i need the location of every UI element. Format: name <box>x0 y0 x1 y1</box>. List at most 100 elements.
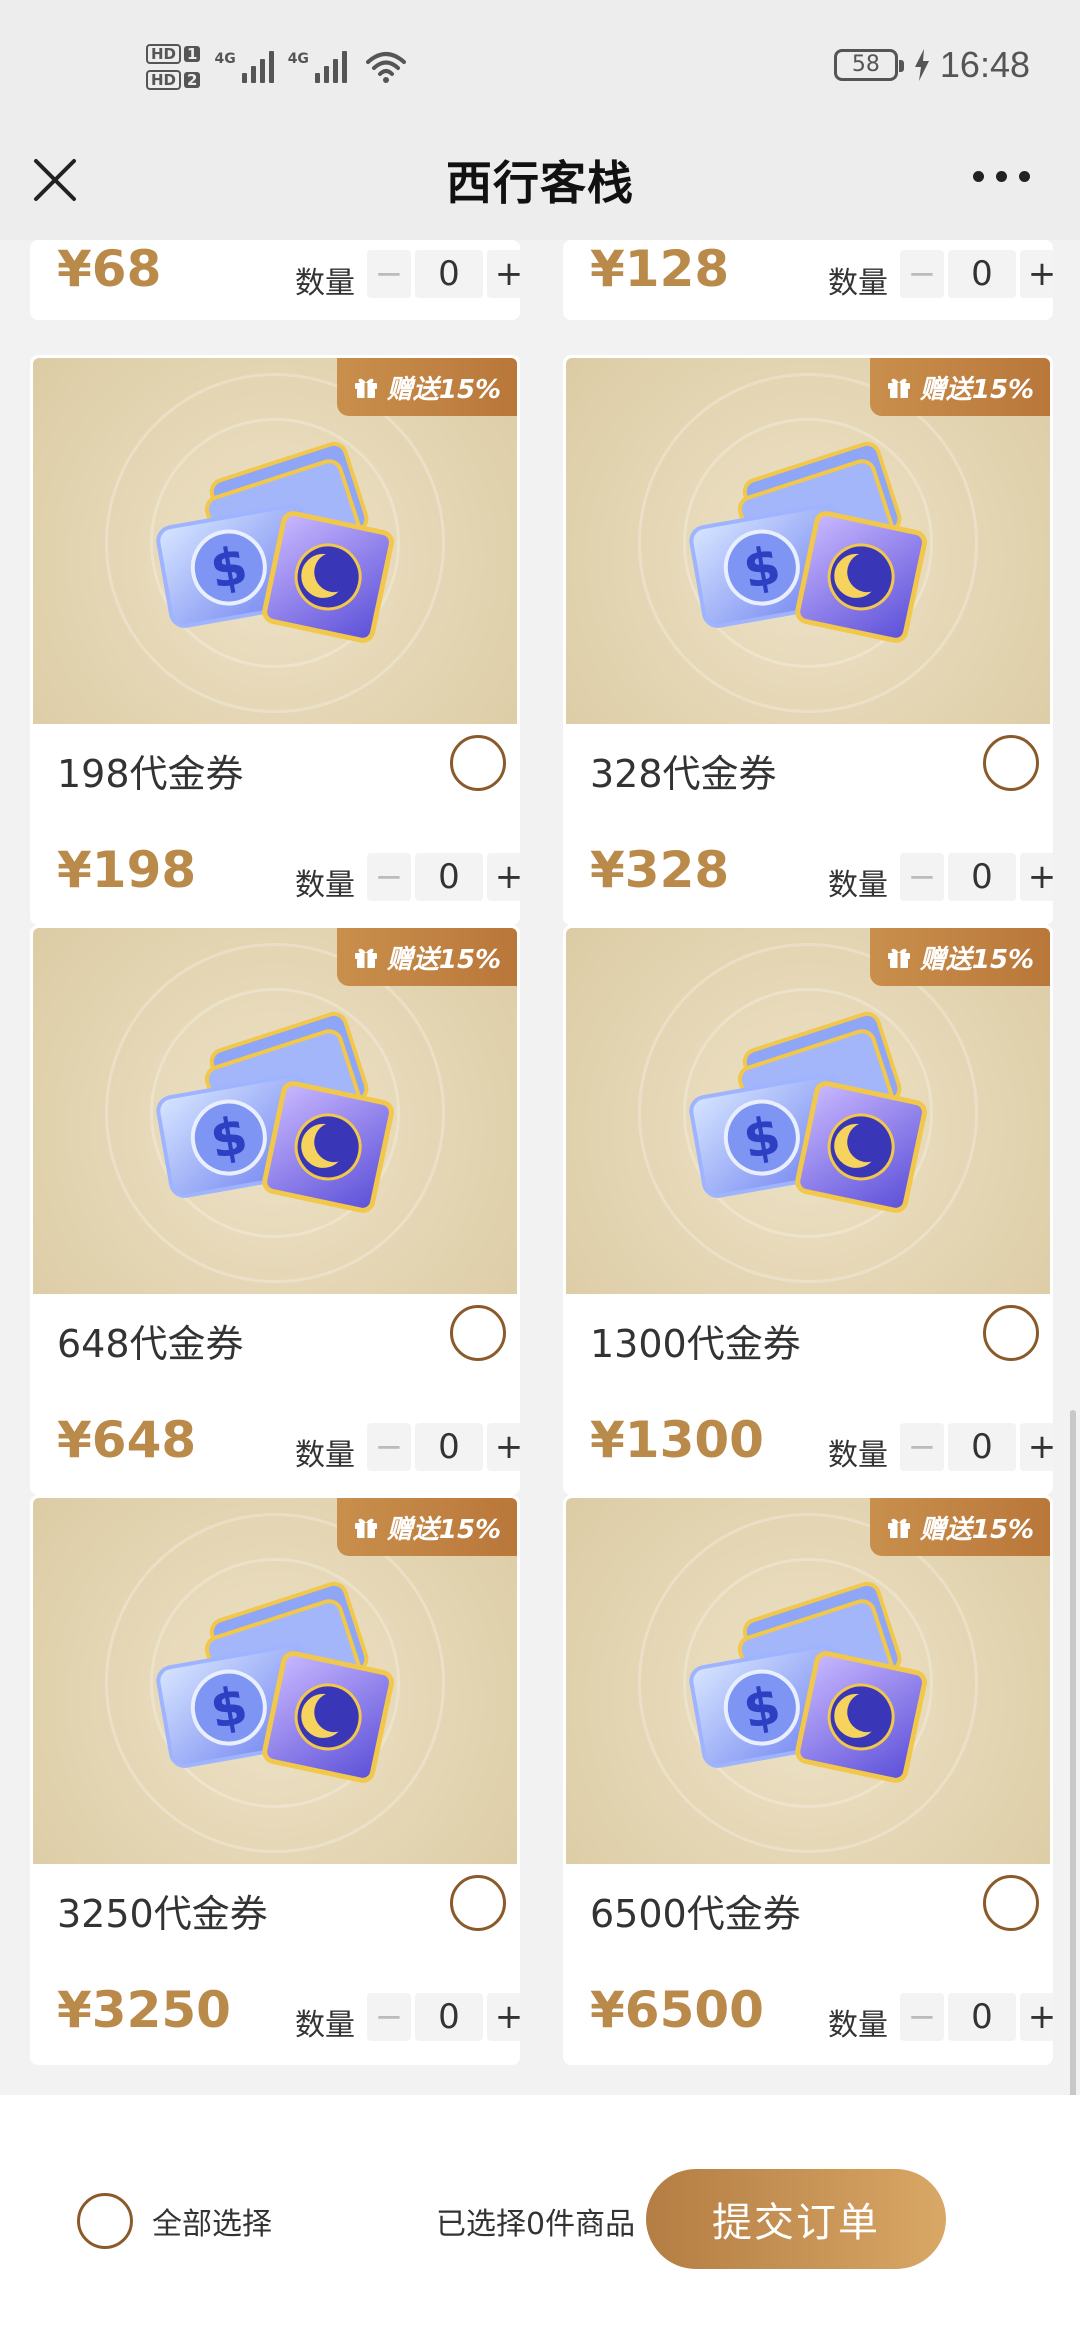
select-checkbox[interactable] <box>983 1305 1039 1361</box>
voucher-icon: $ <box>689 1581 927 1783</box>
decrement-button[interactable]: − <box>367 853 411 901</box>
product-image: 赠送15% $ <box>33 1498 517 1864</box>
battery-level: 58 <box>851 52 880 77</box>
product-card[interactable]: 赠送15% <box>563 355 1053 925</box>
network-type-label: 4G <box>287 51 309 67</box>
increment-button[interactable]: + <box>487 250 520 298</box>
increment-button[interactable]: + <box>487 1993 520 2041</box>
voucher-icon: $ <box>156 1011 394 1213</box>
increment-button[interactable]: + <box>1020 1423 1053 1471</box>
quantity-value[interactable]: 0 <box>415 250 483 298</box>
product-price: ¥3250 <box>57 1981 231 2039</box>
decrement-button[interactable]: − <box>367 250 411 298</box>
product-name: 6500代金券 <box>590 1892 801 1936</box>
bonus-badge-text: 赠送15% <box>386 1514 502 1545</box>
select-checkbox[interactable] <box>983 1875 1039 1931</box>
scrollbar[interactable] <box>1070 1410 1076 2095</box>
decrement-button[interactable]: − <box>367 1423 411 1471</box>
quantity-value[interactable]: 0 <box>948 853 1016 901</box>
quantity-value[interactable]: 0 <box>415 853 483 901</box>
product-price: ¥648 <box>57 1411 197 1469</box>
product-card[interactable]: 赠送15% <box>30 925 520 1495</box>
product-name: 3250代金券 <box>57 1892 268 1936</box>
price-row: ¥128 数量 − 0 + <box>590 240 1053 320</box>
product-list[interactable]: ¥68 数量 − 0 + ¥128 数量 − 0 + 赠送15% $ 198代金… <box>0 240 1080 2095</box>
select-checkbox[interactable] <box>450 1305 506 1361</box>
quantity-value[interactable]: 0 <box>415 1423 483 1471</box>
decrement-button[interactable]: − <box>900 250 944 298</box>
gift-icon <box>354 1518 377 1538</box>
dot <box>996 171 1007 182</box>
quantity-value[interactable]: 0 <box>415 1993 483 2041</box>
decrement-button[interactable]: − <box>900 1993 944 2041</box>
gift-icon <box>354 378 377 398</box>
select-checkbox[interactable] <box>450 1875 506 1931</box>
voucher-icon: $ <box>689 1011 927 1213</box>
signal-bar <box>259 59 265 83</box>
network-type-label: 4G <box>214 51 236 67</box>
voucher-icon: $ <box>156 1581 394 1783</box>
bonus-badge: 赠送15% <box>870 928 1050 986</box>
gift-icon <box>887 1518 910 1538</box>
product-card[interactable]: 赠送15% <box>30 355 520 925</box>
increment-button[interactable]: + <box>1020 1993 1053 2041</box>
gift-icon <box>887 378 910 398</box>
more-icon[interactable] <box>973 171 1030 182</box>
increment-button[interactable]: + <box>487 1423 520 1471</box>
product-price: ¥328 <box>590 841 730 899</box>
product-name: 198代金券 <box>57 752 244 796</box>
select-checkbox[interactable] <box>983 735 1039 791</box>
signal-bar <box>332 59 338 83</box>
select-all-checkbox[interactable] <box>77 2193 133 2249</box>
bonus-badge: 赠送15% <box>337 1498 517 1556</box>
price-row: ¥6500 数量 − 0 + <box>590 1965 1053 2065</box>
product-card[interactable]: 赠送15% <box>563 925 1053 1495</box>
hd-badge-1: HD 1 <box>146 44 201 64</box>
signal-icon: 4G <box>288 51 347 83</box>
product-name: 1300代金券 <box>590 1322 801 1366</box>
quantity-label: 数量 <box>295 868 355 903</box>
page-title: 西行客栈 <box>446 156 634 210</box>
status-left: HD 1 HD 2 4G 4G <box>146 36 407 98</box>
decrement-button[interactable]: − <box>900 1423 944 1471</box>
select-checkbox[interactable] <box>450 735 506 791</box>
signal-bar <box>241 73 247 83</box>
increment-button[interactable]: + <box>1020 853 1053 901</box>
product-name: 328代金券 <box>590 752 777 796</box>
increment-button[interactable]: + <box>487 853 520 901</box>
quantity-label: 数量 <box>295 1438 355 1473</box>
bonus-badge: 赠送15% <box>337 358 517 416</box>
increment-button[interactable]: + <box>1020 250 1053 298</box>
hd-label: HD <box>146 44 182 64</box>
quantity-value[interactable]: 0 <box>948 250 1016 298</box>
quantity-stepper: − 0 + <box>367 1993 520 2041</box>
quantity-stepper: − 0 + <box>367 1423 520 1471</box>
product-card[interactable]: 赠送15% <box>563 1495 1053 2065</box>
decrement-button[interactable]: − <box>900 853 944 901</box>
quantity-stepper: − 0 + <box>367 250 520 298</box>
decrement-button[interactable]: − <box>367 1993 411 2041</box>
gift-icon <box>887 948 910 968</box>
signal-icon: 4G <box>214 51 274 83</box>
quantity-stepper: − 0 + <box>900 853 1053 901</box>
submit-order-button[interactable]: 提交订单 <box>646 2169 946 2269</box>
select-all-label[interactable]: 全部选择 <box>152 2199 272 2243</box>
status-bar: HD 1 HD 2 4G 4G 58 16:48 <box>0 0 1080 135</box>
selected-count: 已选择0件商品 <box>436 2207 636 2242</box>
product-image: 赠送15% $ <box>33 928 517 1294</box>
product-price: ¥128 <box>590 240 730 298</box>
clock: 16:48 <box>939 44 1030 85</box>
product-card[interactable]: 赠送15% <box>30 1495 520 2065</box>
product-price: ¥6500 <box>590 1981 764 2039</box>
product-card: ¥68 数量 − 0 + <box>30 240 520 320</box>
quantity-value[interactable]: 0 <box>948 1993 1016 2041</box>
quantity-stepper: − 0 + <box>367 853 520 901</box>
bottom-bar: 全部选择 已选择0件商品 提交订单 <box>0 2095 1080 2340</box>
product-price: ¥1300 <box>590 1411 764 1469</box>
product-image: 赠送15% $ <box>33 358 517 724</box>
signal-bar <box>268 51 274 83</box>
voucher-icon: $ <box>156 441 394 643</box>
hd-num: 2 <box>184 72 201 88</box>
quantity-value[interactable]: 0 <box>948 1423 1016 1471</box>
bonus-badge-text: 赠送15% <box>919 1514 1035 1545</box>
